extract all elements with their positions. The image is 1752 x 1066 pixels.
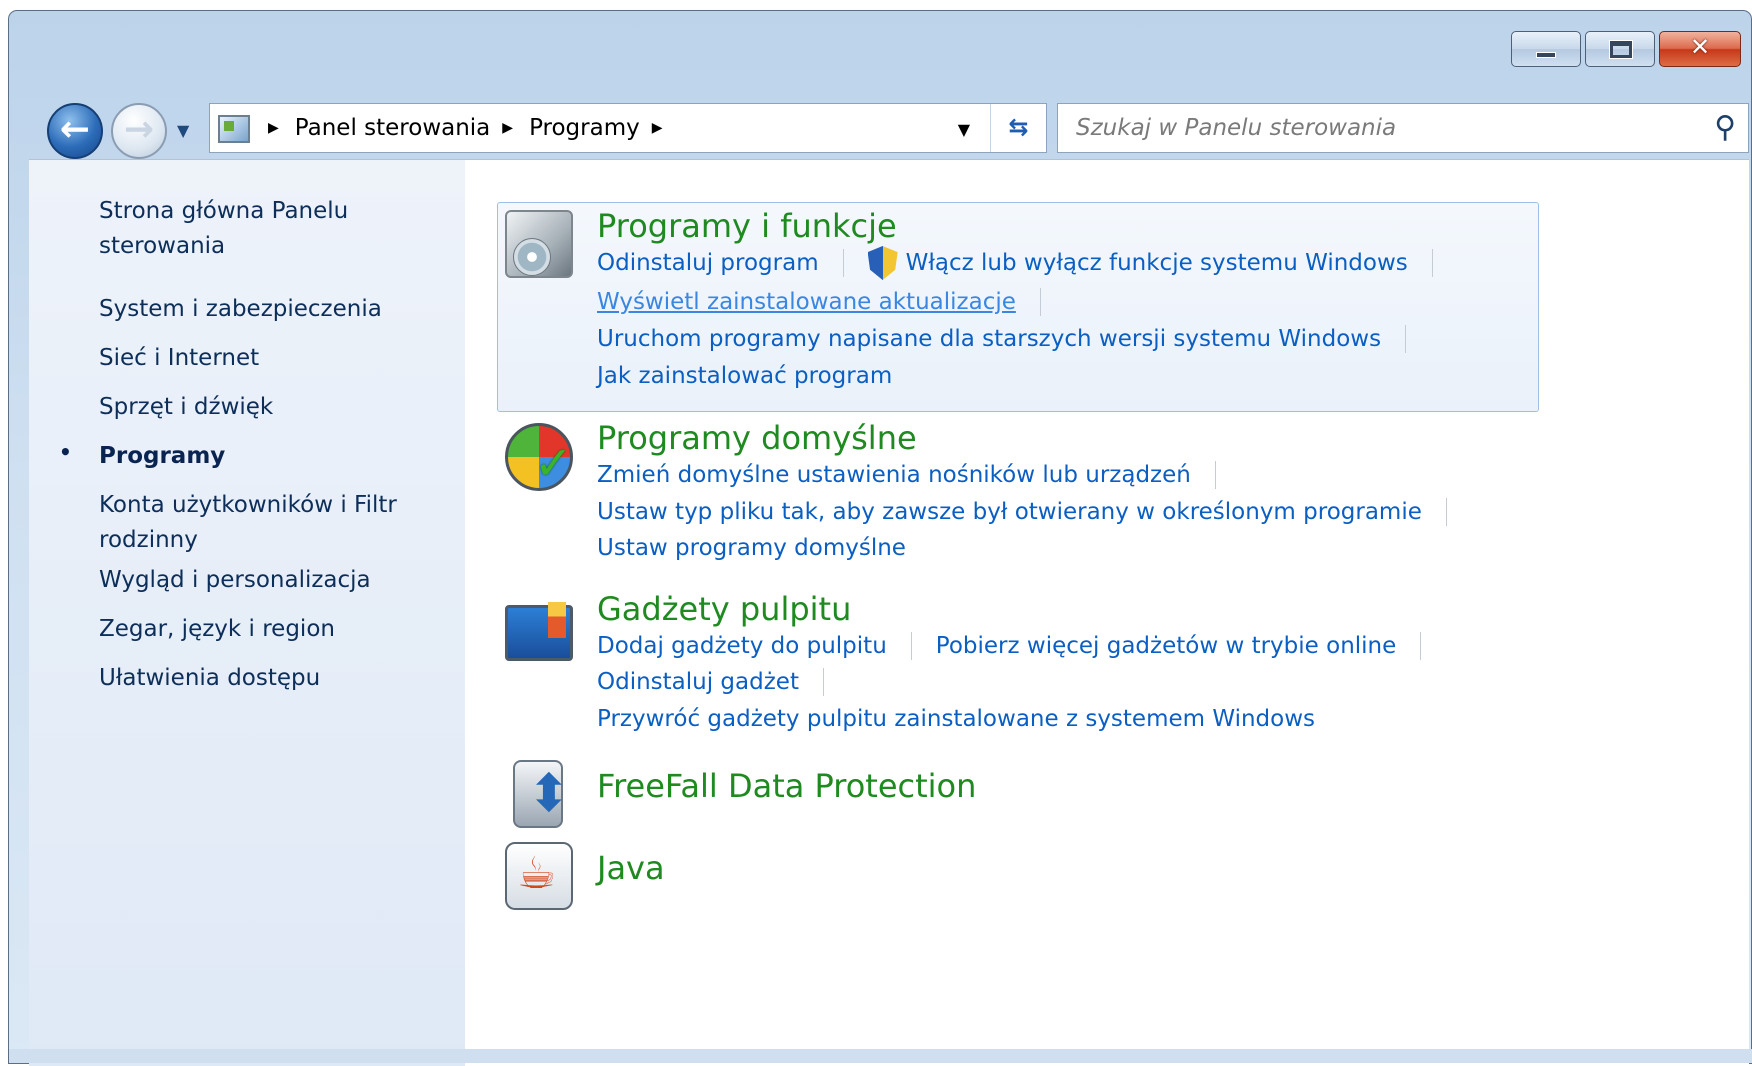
address-history-dropdown-icon[interactable]: ▼ [958, 120, 970, 139]
chevron-down-icon: ▼ [177, 121, 190, 140]
main-pane: Programy i funkcje Odinstaluj program Wł… [465, 160, 1749, 1066]
sidebar-item-programs[interactable]: Programy [99, 439, 439, 474]
link-autoplay-settings[interactable]: Zmień domyślne ustawienia nośników lub u… [597, 458, 1191, 492]
freefall-icon[interactable] [513, 760, 571, 828]
sidebar-item-user-accounts[interactable]: Konta użytkowników i Filtr rodzinny [99, 488, 439, 558]
link-get-more-gadgets[interactable]: Pobierz więcej gadżetów w trybie online [936, 629, 1397, 663]
sidebar: Strona główna Panelu sterowania System i… [29, 160, 465, 1066]
sidebar-item-clock-language-region[interactable]: Zegar, język i region [99, 612, 439, 647]
breadcrumb-separator-icon[interactable]: ▶ [652, 120, 663, 136]
sidebar-item-network-internet[interactable]: Sieć i Internet [99, 341, 439, 376]
link-divider [1420, 632, 1422, 660]
link-run-older-programs[interactable]: Uruchom programy napisane dla starszych … [597, 322, 1381, 356]
search-box: ⚲ [1057, 103, 1749, 153]
maximize-button[interactable] [1585, 31, 1655, 67]
link-row: Dodaj gadżety do pulpitu Pobierz więcej … [597, 629, 1445, 663]
minimize-button[interactable] [1511, 31, 1581, 67]
minimize-icon [1536, 52, 1556, 58]
link-row: Przywróć gadżety pulpitu zainstalowane z… [597, 702, 1315, 736]
control-panel-icon [218, 115, 250, 143]
java-icon[interactable] [505, 842, 573, 910]
link-how-to-install[interactable]: Jak zainstalować program [597, 359, 892, 393]
maximize-icon [1610, 41, 1632, 58]
back-button[interactable]: ← [47, 103, 103, 159]
sidebar-item-ease-of-access[interactable]: Ułatwienia dostępu [99, 661, 439, 696]
sidebar-item-hardware-sound[interactable]: Sprzęt i dźwięk [99, 390, 439, 425]
breadcrumb-separator-icon[interactable]: ▶ [268, 120, 279, 136]
back-arrow-icon: ← [59, 109, 91, 150]
link-divider [1214, 461, 1216, 489]
content-area: Strona główna Panelu sterowania System i… [29, 159, 1749, 1066]
link-restore-gadgets[interactable]: Przywróć gadżety pulpitu zainstalowane z… [597, 702, 1315, 736]
search-icon[interactable]: ⚲ [1714, 110, 1736, 145]
refresh-button[interactable]: ⇆ [990, 104, 1046, 152]
caption-buttons: ✕ [1511, 31, 1741, 67]
window-bottom-border [9, 1049, 1752, 1063]
navigation-bar: ← → ▼ ▶ Panel sterowania ▶ Programy ▶ ▼ … [29, 91, 1749, 159]
link-set-default-programs[interactable]: Ustaw programy domyślne [597, 531, 906, 565]
control-panel-window: ✕ ← → ▼ ▶ Panel sterowania ▶ Programy ▶ … [8, 10, 1752, 1066]
link-add-gadgets[interactable]: Dodaj gadżety do pulpitu [597, 629, 887, 663]
close-button[interactable]: ✕ [1659, 31, 1741, 67]
link-divider [1431, 249, 1433, 277]
breadcrumb-programs[interactable]: Programy [529, 115, 640, 141]
link-row: Zmień domyślne ustawienia nośników lub u… [597, 458, 1240, 492]
link-divider [910, 632, 912, 660]
link-uninstall-gadget[interactable]: Odinstaluj gadżet [597, 665, 799, 699]
link-row: Uruchom programy napisane dla starszych … [597, 322, 1430, 356]
breadcrumb: ▶ Panel sterowania ▶ Programy ▶ [266, 104, 679, 152]
link-windows-features[interactable]: Włącz lub wyłącz funkcje systemu Windows [906, 246, 1408, 280]
link-row: Odinstaluj program Włącz lub wyłącz funk… [597, 246, 1457, 280]
sidebar-item-appearance[interactable]: Wygląd i personalizacja [99, 563, 439, 598]
category-title-java[interactable]: Java [597, 848, 665, 888]
category-title-freefall[interactable]: FreeFall Data Protection [597, 766, 976, 806]
link-divider [1445, 498, 1447, 526]
category-title-desktop-gadgets[interactable]: Gadżety pulpitu [597, 589, 851, 629]
refresh-icon: ⇆ [1008, 113, 1029, 141]
sidebar-item-system-security[interactable]: System i zabezpieczenia [99, 292, 439, 327]
forward-button[interactable]: → [111, 103, 167, 159]
desktop-gadgets-icon[interactable] [505, 602, 573, 661]
link-row: Wyświetl zainstalowane aktualizacje [597, 285, 1065, 319]
close-icon: ✕ [1689, 33, 1711, 61]
link-divider [1039, 288, 1041, 316]
link-row: Odinstaluj gadżet [597, 665, 848, 699]
link-view-installed-updates[interactable]: Wyświetl zainstalowane aktualizacje [597, 285, 1016, 319]
category-title-programs-features[interactable]: Programy i funkcje [597, 206, 897, 246]
default-programs-icon[interactable] [505, 423, 573, 491]
sidebar-item-control-panel-home[interactable]: Strona główna Panelu sterowania [99, 194, 439, 264]
link-divider [822, 668, 824, 696]
uac-shield-icon [867, 246, 898, 280]
programs-and-features-icon[interactable] [505, 210, 573, 278]
recent-pages-dropdown[interactable]: ▼ [177, 121, 189, 140]
breadcrumb-separator-icon[interactable]: ▶ [502, 120, 513, 136]
search-input[interactable] [1058, 104, 1678, 152]
current-item-bullet-icon: • [59, 440, 72, 464]
link-divider [842, 249, 844, 277]
address-bar[interactable]: ▶ Panel sterowania ▶ Programy ▶ ▼ ⇆ [209, 103, 1047, 153]
link-uninstall-program[interactable]: Odinstaluj program [597, 246, 819, 280]
link-row: Ustaw typ pliku tak, aby zawsze był otwi… [597, 495, 1471, 529]
forward-arrow-icon: → [123, 109, 155, 150]
category-title-default-programs[interactable]: Programy domyślne [597, 418, 917, 458]
breadcrumb-control-panel[interactable]: Panel sterowania [295, 115, 491, 141]
link-row: Jak zainstalować program [597, 359, 892, 393]
link-divider [1405, 325, 1407, 353]
link-file-associations[interactable]: Ustaw typ pliku tak, aby zawsze był otwi… [597, 495, 1422, 529]
link-row: Ustaw programy domyślne [597, 531, 906, 565]
